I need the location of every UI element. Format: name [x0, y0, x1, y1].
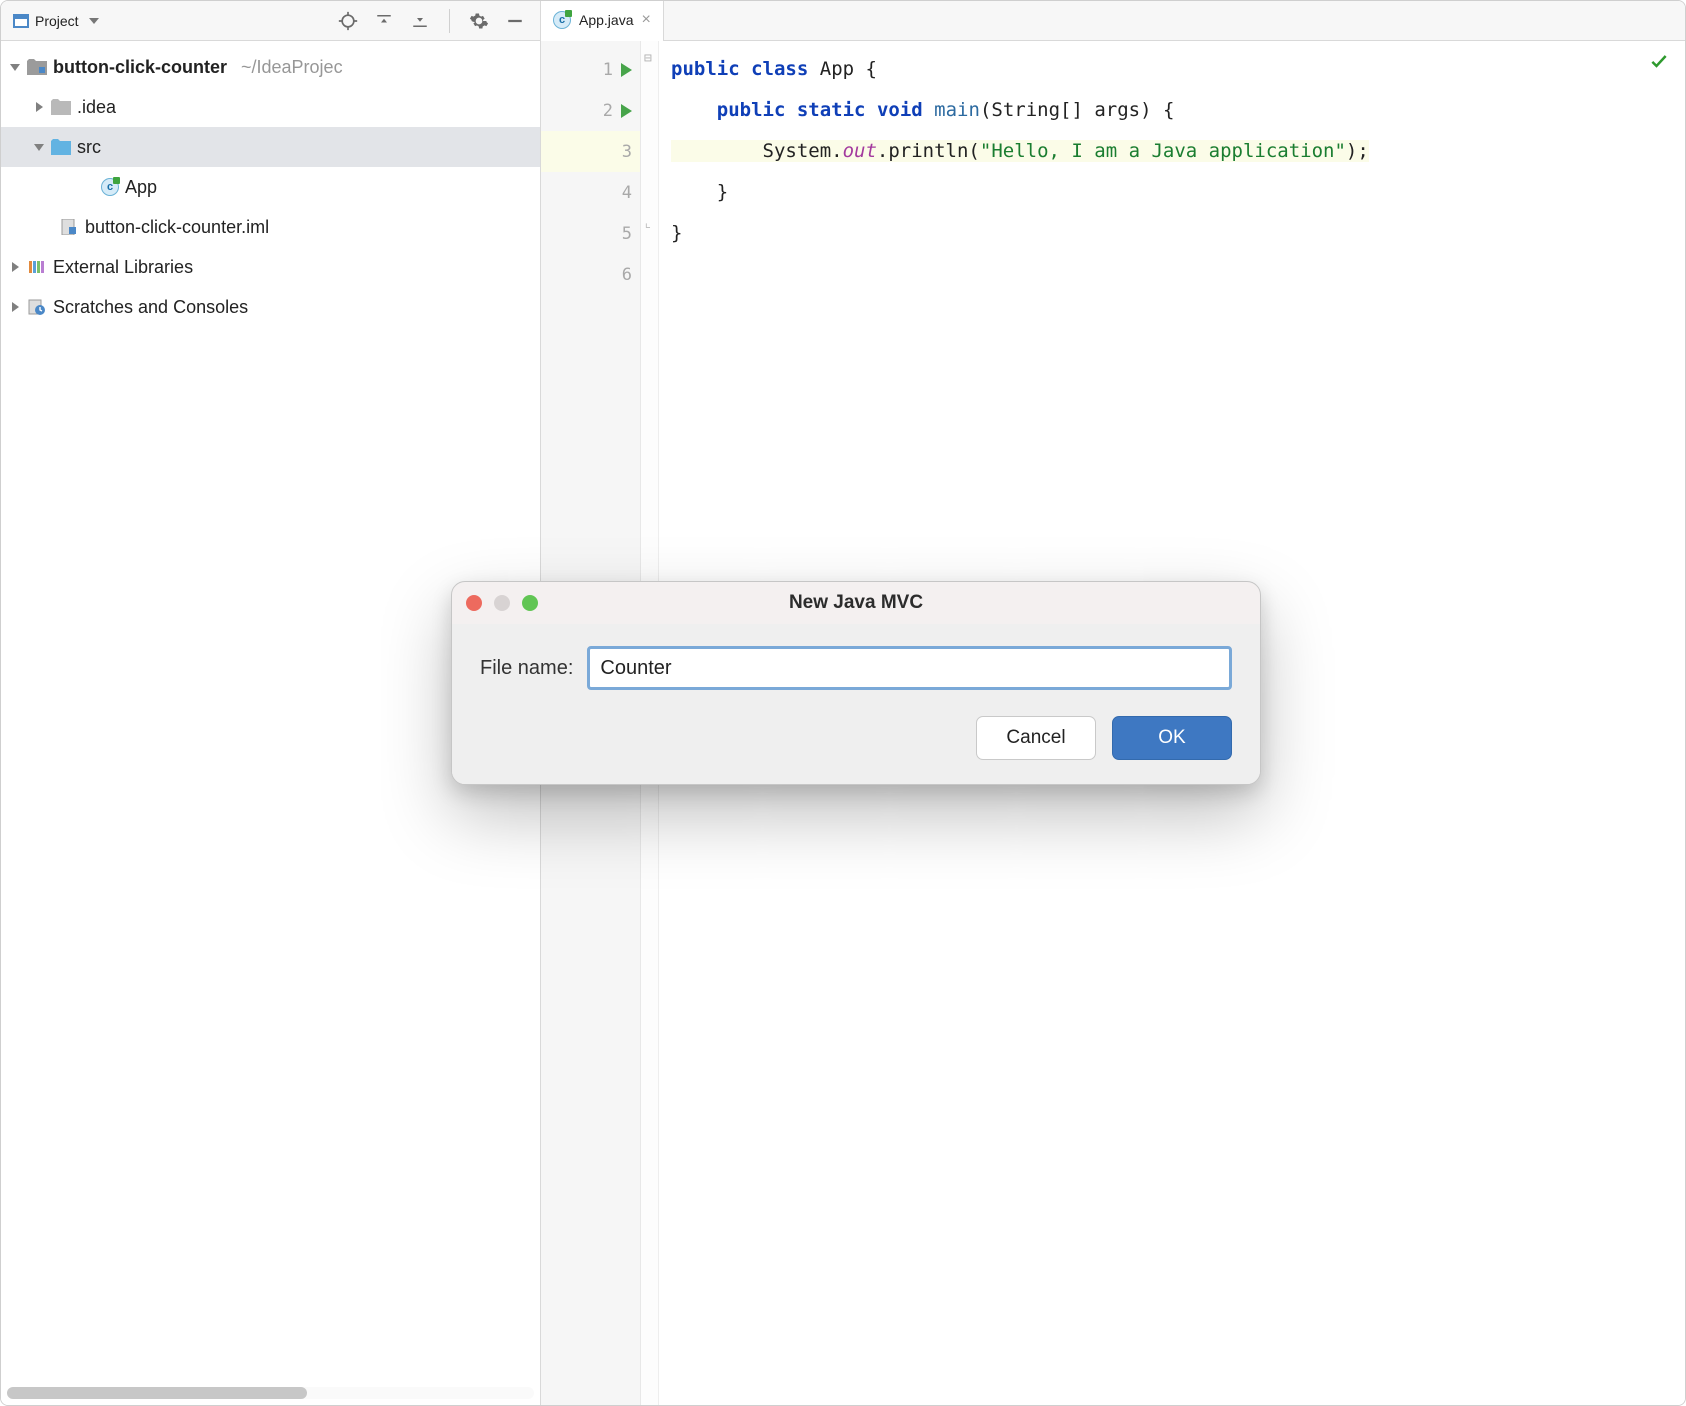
tree-label: src [77, 137, 101, 158]
tree-label: .idea [77, 97, 116, 118]
source-folder-icon [51, 139, 71, 155]
gear-icon[interactable] [468, 10, 490, 32]
line-number: 1 [603, 60, 613, 80]
top-bar: Project [1, 1, 1685, 41]
tree-idea-folder[interactable]: .idea [1, 87, 540, 127]
java-class-icon: c [553, 11, 571, 29]
minimize-icon[interactable] [504, 10, 526, 32]
dialog-buttons: Cancel OK [452, 698, 1260, 784]
dialog-title: New Java MVC [452, 592, 1260, 614]
project-dropdown[interactable]: Project [7, 9, 105, 33]
chevron-down-icon[interactable] [33, 144, 45, 151]
new-java-mvc-dialog: New Java MVC File name: Cancel OK [451, 581, 1261, 785]
tree-iml-file[interactable]: button-click-counter.iml [1, 207, 540, 247]
scratches-icon [27, 299, 47, 315]
chevron-down-icon [89, 18, 99, 24]
expand-all-icon[interactable] [373, 10, 395, 32]
tree-root[interactable]: button-click-counter ~/IdeaProjec [1, 47, 540, 87]
window-zoom-icon[interactable] [522, 595, 538, 611]
tree-src-folder[interactable]: src [1, 127, 540, 167]
close-icon[interactable]: × [641, 12, 650, 28]
window-close-icon[interactable] [466, 595, 482, 611]
run-icon[interactable] [621, 63, 632, 77]
scrollbar-thumb[interactable] [7, 1387, 307, 1399]
file-icon [59, 219, 79, 235]
file-name-label: File name: [480, 657, 573, 680]
folder-icon [51, 99, 71, 115]
fold-end-icon[interactable]: ⌞ [644, 216, 652, 231]
separator [449, 9, 450, 33]
tree-external-libraries[interactable]: External Libraries [1, 247, 540, 287]
tree-label: App [125, 177, 157, 198]
tree-label: External Libraries [53, 257, 193, 278]
ide-window: Project [0, 0, 1686, 1406]
dialog-body: File name: [452, 624, 1260, 698]
chevron-right-icon[interactable] [9, 262, 21, 272]
fold-start-icon[interactable]: ⊟ [644, 51, 652, 66]
inspection-ok-icon[interactable] [1649, 51, 1669, 76]
line-number: 6 [622, 265, 632, 285]
line-number: 4 [622, 183, 632, 203]
tree-root-path: ~/IdeaProjec [241, 57, 343, 78]
line-number: 3 [622, 142, 632, 162]
chevron-down-icon[interactable] [9, 64, 21, 71]
line-number: 5 [622, 224, 632, 244]
editor-tabs: c App.java × [541, 1, 1685, 40]
libraries-icon [27, 259, 47, 275]
tree-root-name: button-click-counter [53, 57, 227, 78]
horizontal-scrollbar[interactable] [7, 1387, 534, 1399]
window-minimize-icon [494, 595, 510, 611]
tree-scratches[interactable]: Scratches and Consoles [1, 287, 540, 327]
collapse-all-icon[interactable] [409, 10, 431, 32]
tab-filename: App.java [579, 12, 633, 28]
run-icon[interactable] [621, 104, 632, 118]
locate-icon[interactable] [337, 10, 359, 32]
project-dropdown-label: Project [35, 13, 79, 29]
java-class-icon: c [101, 178, 119, 196]
file-name-input[interactable] [587, 646, 1232, 690]
module-icon [27, 59, 47, 75]
tree-app-class[interactable]: c App [1, 167, 540, 207]
chevron-right-icon[interactable] [9, 302, 21, 312]
line-number: 2 [603, 101, 613, 121]
tree-label: Scratches and Consoles [53, 297, 248, 318]
chevron-right-icon[interactable] [33, 102, 45, 112]
tree-label: button-click-counter.iml [85, 217, 269, 238]
tab-app-java[interactable]: c App.java × [541, 0, 664, 40]
project-icon [13, 14, 29, 28]
dialog-titlebar[interactable]: New Java MVC [452, 582, 1260, 624]
cancel-button[interactable]: Cancel [976, 716, 1096, 760]
project-toolbar: Project [1, 1, 541, 40]
ok-button[interactable]: OK [1112, 716, 1232, 760]
